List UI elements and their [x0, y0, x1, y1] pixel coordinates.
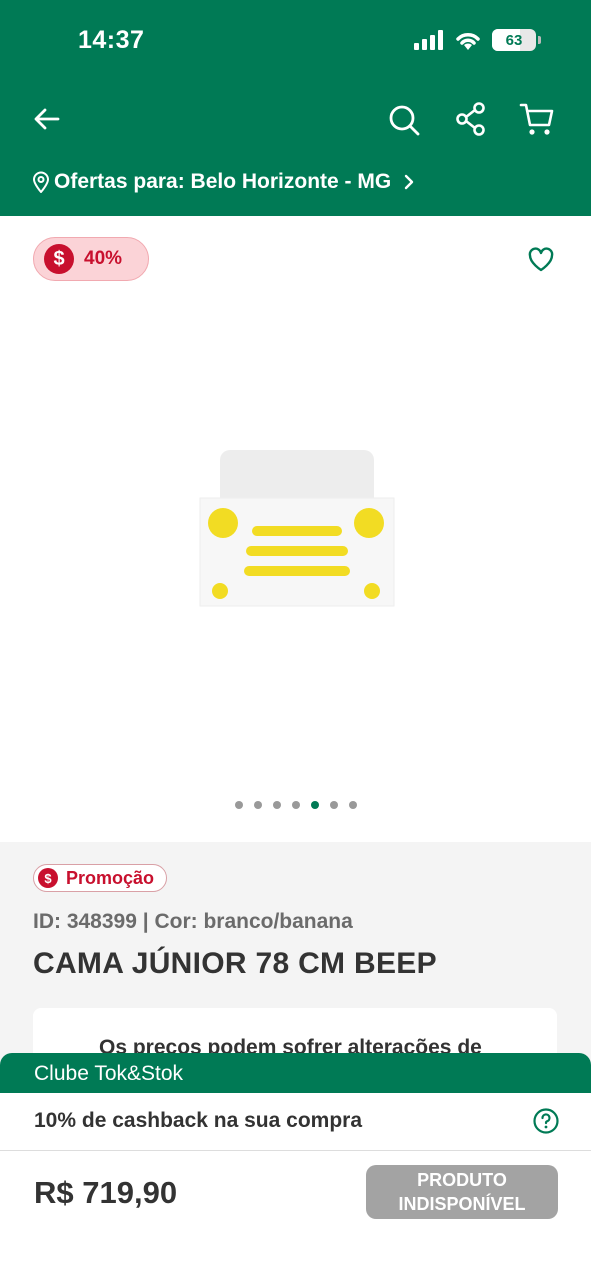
unavailable-button-line2: INDISPONÍVEL	[398, 1194, 526, 1214]
promo-tag: $ Promoção	[33, 864, 168, 892]
gallery-dot[interactable]	[272, 801, 281, 809]
back-arrow-icon[interactable]	[32, 104, 62, 134]
product-image	[199, 450, 395, 607]
share-button[interactable]	[453, 100, 489, 138]
location-label: Ofertas para: Belo Horizonte - MG	[54, 170, 392, 193]
promo-label: Promoção	[66, 867, 155, 888]
cart-button[interactable]	[519, 100, 555, 138]
location-selector[interactable]: Ofertas para: Belo Horizonte - MG	[32, 170, 417, 194]
cart-icon	[519, 103, 554, 135]
unavailable-button[interactable]: PRODUTO INDISPONÍVEL	[366, 1165, 558, 1219]
battery-level: 63	[505, 31, 523, 49]
product-gallery[interactable]: $ 40%	[0, 216, 591, 842]
product-price: R$ 719,90	[34, 1175, 178, 1210]
discount-badge: $ 40%	[33, 237, 149, 281]
club-banner[interactable]: Clube Tok&Stok	[0, 1053, 591, 1093]
chevron-right-icon	[405, 174, 414, 190]
signal-icon	[414, 30, 443, 50]
product-id-color: ID: 348399 | Cor: branco/banana	[33, 910, 353, 933]
gallery-pagination[interactable]	[0, 801, 591, 809]
gallery-dot[interactable]	[291, 801, 300, 809]
dollar-icon: $	[38, 868, 58, 888]
gallery-dot[interactable]	[310, 801, 319, 809]
app-header: 14:37 63 Ofertas para: Belo Horizonte - …	[0, 0, 591, 216]
gallery-dot[interactable]	[329, 801, 338, 809]
battery-indicator: 63	[492, 29, 536, 51]
location-pin-icon	[32, 171, 50, 193]
gallery-dot[interactable]	[348, 801, 357, 809]
status-indicators: 63	[414, 26, 541, 54]
cashback-row[interactable]: 10% de cashback na sua compra	[0, 1093, 591, 1151]
cashback-text: 10% de cashback na sua compra	[34, 1109, 362, 1132]
gallery-dot[interactable]	[253, 801, 262, 809]
favorite-heart-icon[interactable]	[527, 246, 555, 274]
dollar-icon: $	[44, 244, 74, 274]
product-title: CAMA JÚNIOR 78 CM BEEP	[33, 947, 437, 980]
help-question-icon[interactable]	[533, 1108, 559, 1134]
discount-value: 40%	[84, 248, 123, 269]
status-time: 14:37	[78, 26, 145, 54]
search-button[interactable]	[387, 100, 423, 138]
battery-tip	[538, 36, 541, 44]
header-actions	[387, 100, 555, 138]
wifi-icon	[456, 33, 480, 50]
gallery-dot[interactable]	[234, 801, 243, 809]
purchase-bar: R$ 719,90 PRODUTO INDISPONÍVEL	[0, 1151, 591, 1280]
unavailable-button-line1: PRODUTO	[417, 1170, 507, 1190]
search-icon	[389, 105, 420, 136]
share-icon	[456, 102, 485, 136]
